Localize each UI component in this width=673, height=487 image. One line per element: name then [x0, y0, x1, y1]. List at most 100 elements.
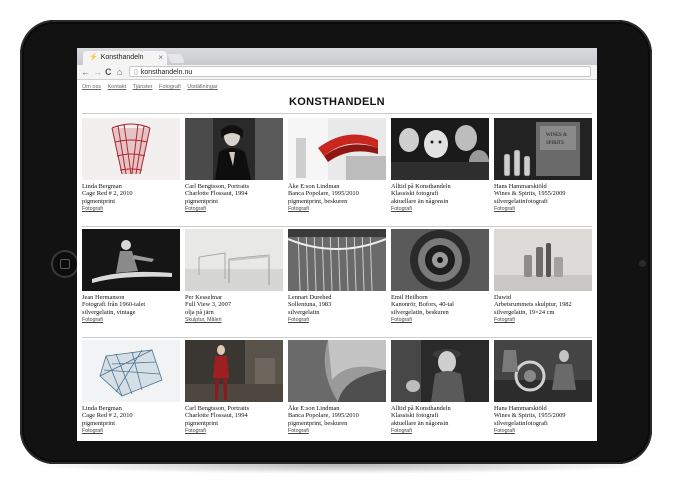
artwork-image[interactable]: [288, 340, 386, 402]
category-link[interactable]: Fotografi: [391, 317, 489, 324]
artwork-image[interactable]: WINES & SPIRITS: [494, 118, 592, 180]
artwork-image[interactable]: [82, 118, 180, 180]
artist-name: Carl Bengtsson, Portraits: [185, 183, 250, 190]
site-logo[interactable]: KONSTHANDELN: [77, 96, 597, 108]
artwork-card[interactable]: Jean Hermanson Fotografi från 1960-talet…: [82, 229, 180, 325]
svg-text:SPIRITS: SPIRITS: [546, 141, 564, 146]
browser-screen: ⚡ Konsthandeln × ← → C ⌂ ▯ konsthandeln.nu…: [77, 48, 597, 441]
artwork-card[interactable]: Per Kesselmar Full View 3, 2007 olja på …: [185, 229, 283, 325]
category-link[interactable]: Fotografi: [185, 206, 283, 213]
tab-bar: ⚡ Konsthandeln ×: [77, 48, 597, 65]
artwork-title: Cage Red # 2, 2010: [82, 190, 133, 198]
artwork-caption: Åke E:son Lindman Banca Popolare, 1995/2…: [288, 183, 386, 205]
artwork-card[interactable]: Åke E:son Lindman Banca Popolare, 1995/2…: [288, 340, 386, 436]
artwork-title: Wines & Spirits, 1955/2009: [494, 190, 566, 198]
artwork-image[interactable]: [494, 340, 592, 402]
artwork-image[interactable]: [391, 340, 489, 402]
page-icon: ▯: [134, 69, 138, 76]
artwork-caption: Alltid på Konsthandeln Klassiskt fotogra…: [391, 183, 489, 205]
nav-link-tjanster[interactable]: Tjänster: [133, 84, 153, 90]
artwork-caption: Hans Hammarskiöld Wines & Spirits, 1955/…: [494, 405, 592, 427]
svg-text:WINES &: WINES &: [546, 133, 567, 138]
artist-name: Linda Bergman: [82, 183, 122, 190]
nav-link-kontakt[interactable]: Kontakt: [107, 84, 126, 90]
artwork-card[interactable]: Hans Hammarskiöld Wines & Spirits, 1955/…: [494, 340, 592, 436]
artwork-title: Charlotte Flossaut, 1994: [185, 412, 248, 420]
artwork-image[interactable]: [82, 340, 180, 402]
artwork-image[interactable]: [185, 340, 283, 402]
address-bar[interactable]: ▯ konsthandeln.nu: [129, 66, 591, 77]
artwork-title: Wines & Spirits, 1955/2009: [494, 412, 566, 420]
category-link[interactable]: Fotografi: [494, 428, 592, 435]
category-link[interactable]: Fotografi: [391, 428, 489, 435]
artwork-card[interactable]: Carl Bengtsson, Portraits Charlotte Flos…: [185, 340, 283, 436]
artwork-caption: Dawid Arbetsrummets skulptur, 1982 silve…: [494, 294, 592, 316]
artwork-medium: silvergelatin, vintage: [82, 308, 136, 316]
category-link[interactable]: Fotografi: [82, 428, 180, 435]
category-link[interactable]: Fotografi: [82, 317, 180, 324]
artwork-image[interactable]: [185, 118, 283, 180]
forward-icon[interactable]: →: [93, 66, 102, 78]
nav-link-om-oss[interactable]: Om oss: [82, 84, 101, 90]
category-link[interactable]: Fotografi: [288, 428, 386, 435]
artwork-card[interactable]: WINES & SPIRITS Hans Hammarskiöld Wines …: [494, 118, 592, 214]
artwork-medium: pigmentprint, beskuren: [288, 197, 348, 205]
category-link[interactable]: Fotografi: [494, 206, 592, 213]
artist-name: Lennart Durehed: [288, 294, 332, 301]
category-link[interactable]: Fotografi: [288, 206, 386, 213]
divider: [82, 226, 592, 227]
new-tab-button[interactable]: [167, 54, 185, 63]
artwork-caption: Carl Bengtsson, Portraits Charlotte Flos…: [185, 405, 283, 427]
category-link[interactable]: Fotografi: [185, 428, 283, 435]
artist-name: Linda Bergman: [82, 405, 122, 412]
category-link[interactable]: Fotografi: [391, 206, 489, 213]
artist-name: Hans Hammarskiöld: [494, 405, 547, 412]
divider: [82, 337, 592, 338]
artwork-card[interactable]: Alltid på Konsthandeln Klassiskt fotogra…: [391, 340, 489, 436]
artwork-title: Klassiskt fotografi: [391, 412, 439, 420]
artwork-medium: pigmentprint: [185, 197, 219, 205]
category-link[interactable]: Fotografi: [82, 206, 180, 213]
home-icon[interactable]: ⌂: [117, 66, 122, 78]
artwork-image[interactable]: [494, 229, 592, 291]
artwork-card[interactable]: Linda Bergman Cage Red # 2, 2010 pigment…: [82, 340, 180, 436]
site-nav: Om oss Kontakt Tjänster Fotografi Utstäl…: [82, 84, 223, 90]
artwork-medium: pigmentprint: [82, 197, 116, 205]
browser-tab[interactable]: ⚡ Konsthandeln ×: [83, 51, 167, 65]
artwork-medium: pigmentprint: [82, 419, 116, 427]
home-button[interactable]: [51, 250, 79, 278]
back-icon[interactable]: ←: [81, 66, 90, 78]
artwork-title: Kanonrör, Bofors, 40-tal: [391, 301, 454, 309]
artwork-medium: silvergelatinfotografi: [494, 419, 548, 427]
artwork-card[interactable]: Emil Heilborn Kanonrör, Bofors, 40-tal s…: [391, 229, 489, 325]
category-link[interactable]: Skulptur, Måleri: [185, 317, 283, 324]
tab-title: Konsthandeln: [100, 54, 144, 61]
artwork-image[interactable]: [391, 118, 489, 180]
artwork-medium: pigmentprint: [185, 419, 219, 427]
artwork-card[interactable]: Alltid på Konsthandeln Klassiskt fotogra…: [391, 118, 489, 214]
category-link[interactable]: Fotografi: [288, 317, 386, 324]
artist-name: Hans Hammarskiöld: [494, 183, 547, 190]
artwork-card[interactable]: Lennart Durehed Sollentuna, 1983 silverg…: [288, 229, 386, 325]
browser-toolbar: ← → C ⌂ ▯ konsthandeln.nu: [77, 65, 597, 80]
reload-icon[interactable]: C: [105, 66, 112, 78]
tab-close-icon[interactable]: ×: [158, 51, 163, 65]
artwork-card[interactable]: Linda Bergman Cage Red # 2, 2010 pigment…: [82, 118, 180, 214]
artwork-image[interactable]: [185, 229, 283, 291]
artwork-card[interactable]: Carl Bengtsson, Portraits Charlotte Flos…: [185, 118, 283, 214]
artwork-caption: Per Kesselmar Full View 3, 2007 olja på …: [185, 294, 283, 316]
artwork-image[interactable]: [288, 229, 386, 291]
category-link[interactable]: Fotografi: [494, 317, 592, 324]
divider: [82, 113, 592, 114]
favicon-icon: ⚡: [89, 54, 98, 61]
artwork-image[interactable]: [391, 229, 489, 291]
artwork-image[interactable]: [82, 229, 180, 291]
artwork-card[interactable]: Åke E:son Lindman Banca Popolare, 1995/2…: [288, 118, 386, 214]
nav-link-fotografi[interactable]: Fotografi: [159, 84, 181, 90]
artwork-card[interactable]: Dawid Arbetsrummets skulptur, 1982 silve…: [494, 229, 592, 325]
artwork-caption: Jean Hermanson Fotografi från 1960-talet…: [82, 294, 180, 316]
nav-link-utstallningar[interactable]: Utställningar: [187, 84, 218, 90]
artwork-image[interactable]: [288, 118, 386, 180]
artwork-title: Sollentuna, 1983: [288, 301, 332, 309]
artwork-title: Banca Popolare, 1995/2010: [288, 190, 359, 198]
